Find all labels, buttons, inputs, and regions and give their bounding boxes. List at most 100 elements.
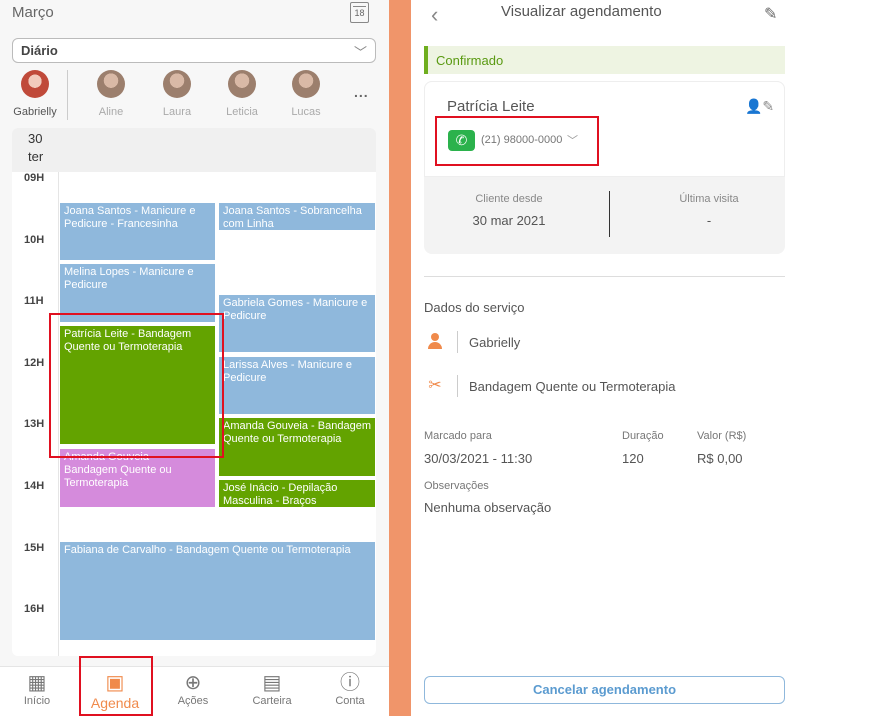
calendar-icon: ▣ bbox=[105, 672, 125, 694]
info-icon: ⓘ bbox=[340, 672, 360, 694]
professional-name: Lucas bbox=[291, 106, 321, 118]
nav-label: Carteira bbox=[252, 695, 292, 707]
professional-gabrielly[interactable]: Gabrielly bbox=[5, 70, 65, 118]
client-card: Patrícia Leite 👤✎ ✆ (21) 98000-0000 ﹀ Cl… bbox=[424, 81, 785, 254]
professional-aline[interactable]: Aline bbox=[81, 70, 141, 118]
last-visit-label: Última visita bbox=[679, 193, 739, 205]
cancel-appointment-button[interactable]: Cancelar agendamento bbox=[424, 676, 785, 704]
appointment-block-selected[interactable]: Patrícia Leite - Bandagem Quente ou Term… bbox=[60, 326, 215, 444]
client-since-value: 30 mar 2021 bbox=[472, 213, 546, 228]
appointment-block[interactable]: Fabiana de Carvalho - Bandagem Quente ou… bbox=[60, 542, 375, 640]
grid-icon: ▦ bbox=[27, 672, 47, 694]
avatar bbox=[97, 70, 125, 98]
nav-label: Início bbox=[23, 695, 51, 707]
client-since: Cliente desde 30 mar 2021 bbox=[424, 193, 594, 228]
divider bbox=[67, 70, 68, 120]
scheduled-value: 30/03/2021 - 11:30 bbox=[424, 451, 533, 466]
nav-label: Ações bbox=[177, 695, 209, 707]
hour-label: 11H bbox=[24, 295, 44, 307]
chevron-down-icon[interactable]: ﹀ bbox=[567, 132, 578, 148]
avatar bbox=[228, 70, 256, 98]
notes-label: Observações bbox=[424, 480, 489, 492]
professional-name: Gabrielly bbox=[13, 106, 57, 118]
nav-acoes[interactable]: ⊕ Ações bbox=[158, 671, 228, 707]
hour-label: 10H bbox=[24, 234, 45, 246]
nav-inicio[interactable]: ▦ Início bbox=[2, 671, 72, 707]
bottom-navigation: ▦ Início ▣ Agenda ⊕ Ações ▤ Carteira ⓘ C… bbox=[0, 666, 389, 716]
hour-label: 12H bbox=[24, 357, 45, 369]
professional-name: Leticia bbox=[226, 106, 258, 118]
appointment-block[interactable]: Melina Lopes - Manicure e Pedicure bbox=[60, 264, 215, 322]
day-weekday: ter bbox=[28, 149, 44, 164]
last-visit-value: - bbox=[706, 213, 712, 228]
chevron-down-icon: ﹀ bbox=[353, 45, 367, 60]
nav-agenda[interactable]: ▣ Agenda bbox=[80, 671, 150, 711]
hour-label: 15H bbox=[24, 542, 45, 554]
divider bbox=[609, 191, 610, 237]
appointment-block[interactable]: Amanda Gouveia - Bandagem Quente ou Term… bbox=[60, 449, 215, 507]
month-title: Março bbox=[12, 4, 54, 21]
hour-label: 14H bbox=[24, 480, 45, 492]
divider bbox=[58, 172, 59, 656]
professional-leticia[interactable]: Leticia bbox=[212, 70, 272, 118]
view-mode-value: Diário bbox=[21, 43, 58, 58]
wallet-icon: ▤ bbox=[262, 672, 282, 694]
agenda-screen: Março 18 Diário ﹀ Gabrielly Aline Laura … bbox=[0, 0, 389, 716]
client-phone: (21) 98000-0000 bbox=[481, 134, 563, 146]
professional-name: Laura bbox=[162, 106, 192, 118]
nav-label: Agenda bbox=[90, 695, 140, 711]
more-professionals-icon[interactable]: ... bbox=[354, 84, 369, 100]
divider bbox=[424, 276, 785, 277]
hour-label: 09H bbox=[24, 172, 45, 184]
plus-circle-icon: ⊕ bbox=[184, 672, 202, 694]
calendar-date-icon[interactable]: 18 bbox=[350, 2, 369, 23]
hour-label: 13H bbox=[24, 418, 45, 430]
client-header: Patrícia Leite 👤✎ ✆ (21) 98000-0000 ﹀ bbox=[424, 81, 785, 177]
separator bbox=[389, 0, 411, 716]
appointment-block[interactable]: Larissa Alves - Manicure e Pedicure bbox=[219, 357, 375, 414]
nav-label: Conta bbox=[335, 695, 365, 707]
price-label: Valor (R$) bbox=[697, 430, 747, 442]
nav-carteira[interactable]: ▤ Carteira bbox=[237, 671, 307, 707]
professional-row: Gabrielly bbox=[424, 331, 785, 355]
duration-value: 120 bbox=[622, 451, 644, 466]
appointment-block[interactable]: Amanda Gouveia - Bandagem Quente ou Term… bbox=[219, 418, 375, 476]
status-badge: Confirmado bbox=[424, 46, 785, 74]
appointment-detail-screen: ‹ Visualizar agendamento ✎ Confirmado Pa… bbox=[411, 0, 797, 716]
edit-pencil-icon[interactable]: ✎ bbox=[764, 4, 777, 24]
price-value: R$ 0,00 bbox=[697, 451, 743, 466]
appointment-block[interactable]: Gabriela Gomes - Manicure e Pedicure bbox=[219, 295, 375, 352]
avatar bbox=[163, 70, 191, 98]
appointment-block[interactable]: Joana Santos - Sobrancelha com Linha bbox=[219, 203, 375, 230]
client-name: Patrícia Leite bbox=[447, 98, 535, 115]
service-name: Bandagem Quente ou Termoterapia bbox=[469, 379, 676, 394]
day-calendar[interactable]: 30 ter 09H 10H 11H 12H 13H 14H 15H 16H J… bbox=[12, 128, 376, 656]
whatsapp-icon[interactable]: ✆ bbox=[448, 130, 475, 151]
professional-name: Gabrielly bbox=[469, 335, 521, 350]
professional-laura[interactable]: Laura bbox=[147, 70, 207, 118]
edit-client-icon[interactable]: 👤✎ bbox=[745, 98, 774, 115]
view-mode-select[interactable]: Diário ﹀ bbox=[12, 38, 376, 63]
service-row: ✂ Bandagem Quente ou Termoterapia bbox=[424, 375, 785, 399]
divider bbox=[457, 331, 458, 353]
client-since-label: Cliente desde bbox=[475, 193, 543, 205]
divider bbox=[457, 375, 458, 397]
hour-label: 16H bbox=[24, 603, 45, 615]
notes-value: Nenhuma observação bbox=[424, 500, 552, 515]
scissors-icon: ✂ bbox=[428, 377, 442, 394]
avatar bbox=[21, 70, 49, 98]
avatar bbox=[292, 70, 320, 98]
appointment-block[interactable]: Joana Santos - Manicure e Pedicure - Fra… bbox=[60, 203, 215, 260]
service-section-title: Dados do serviço bbox=[424, 300, 525, 315]
person-icon bbox=[424, 331, 446, 349]
professional-name: Aline bbox=[98, 106, 124, 118]
day-header: 30 ter bbox=[12, 128, 376, 172]
last-visit: Última visita - bbox=[624, 193, 794, 228]
nav-conta[interactable]: ⓘ Conta bbox=[315, 671, 385, 707]
back-icon[interactable]: ‹ bbox=[431, 2, 438, 28]
page-title: Visualizar agendamento bbox=[501, 3, 662, 20]
duration-label: Duração bbox=[622, 430, 664, 442]
appointment-block[interactable]: José Inácio - Depilação Masculina - Braç… bbox=[219, 480, 375, 507]
professional-lucas[interactable]: Lucas bbox=[276, 70, 336, 118]
scheduled-label: Marcado para bbox=[424, 430, 492, 442]
